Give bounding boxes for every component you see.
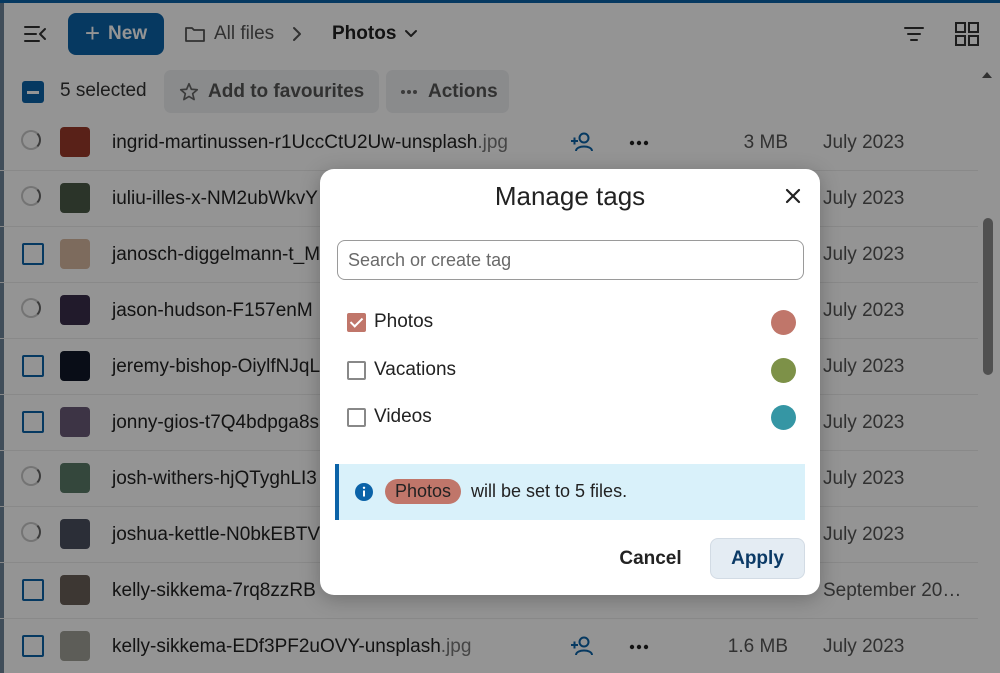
tag-row-photos[interactable]: Photos — [345, 304, 797, 340]
tag-color-swatch[interactable] — [771, 357, 796, 383]
notice-message: will be set to 5 files. — [471, 481, 628, 501]
info-icon — [355, 483, 373, 501]
apply-button[interactable]: Apply — [710, 538, 805, 579]
tag-search-input[interactable] — [337, 240, 804, 280]
tag-label: Photos — [374, 311, 434, 332]
tag-row-vacations[interactable]: Vacations — [345, 352, 797, 388]
tag-notice: Photos will be set to 5 files. — [335, 464, 805, 520]
close-icon[interactable] — [782, 185, 804, 207]
tag-color-swatch[interactable] — [771, 310, 796, 335]
tag-row-videos[interactable]: Videos — [345, 399, 797, 435]
tag-checkbox[interactable] — [347, 313, 366, 332]
dialog-title: Manage tags — [494, 181, 646, 211]
files-app: + New All files Photos 5 selected Add to… — [0, 0, 1000, 673]
tag-color-swatch[interactable] — [771, 405, 796, 430]
tag-label: Vacations — [374, 358, 457, 380]
tag-checkbox[interactable] — [347, 360, 366, 380]
notice-tag-pill: Photos — [385, 479, 462, 504]
tag-label: Videos — [374, 406, 432, 427]
manage-tags-dialog: Manage tags Photos Vacations Videos Photos… — [320, 169, 820, 595]
cancel-button[interactable]: Cancel — [603, 538, 698, 579]
tag-checkbox[interactable] — [347, 408, 366, 427]
